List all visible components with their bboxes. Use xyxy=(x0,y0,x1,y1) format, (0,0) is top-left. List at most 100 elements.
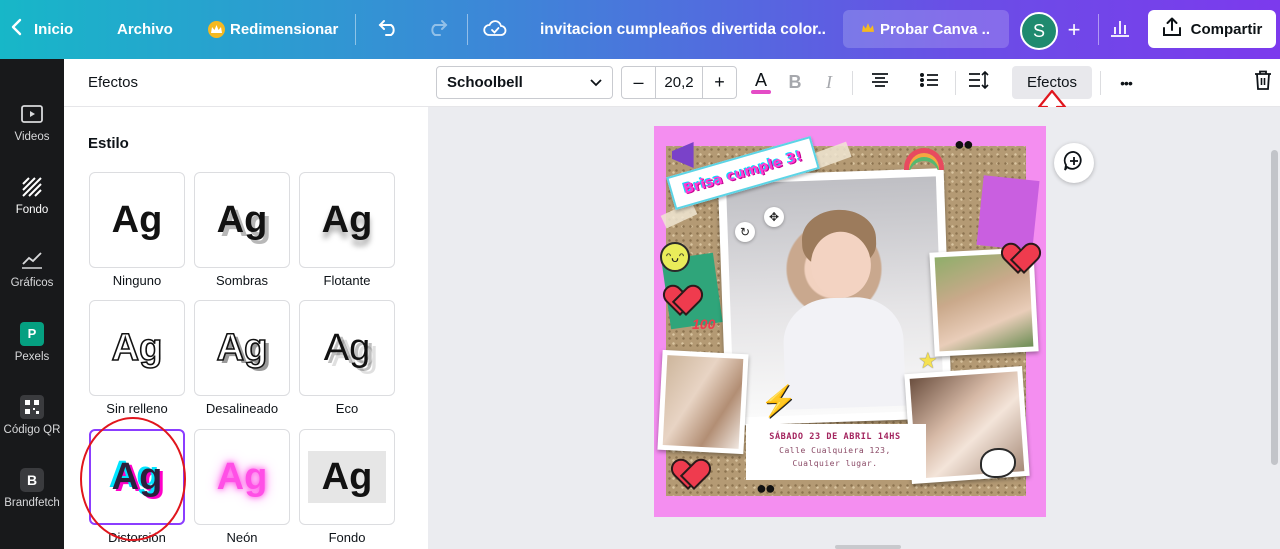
style-section-title: Estilo xyxy=(88,135,129,152)
undo-icon xyxy=(378,19,400,41)
style-card-desalineado[interactable]: Ag xyxy=(194,300,290,396)
rail-item-label: Videos xyxy=(14,130,50,143)
sticky-note xyxy=(976,175,1040,251)
back-home-label: Inicio xyxy=(34,21,74,38)
style-label: Desalineado xyxy=(205,401,279,416)
style-card-eco[interactable]: Ag xyxy=(299,300,395,396)
rail-item-graficos[interactable]: Gráficos xyxy=(0,233,64,303)
bar-chart-icon xyxy=(1110,19,1130,41)
eyes-icon: ●● xyxy=(954,134,974,154)
delete-button[interactable] xyxy=(1250,66,1276,99)
heart-icon xyxy=(1004,244,1034,272)
style-preview: Ag xyxy=(321,199,373,241)
add-comment-button[interactable] xyxy=(1054,143,1094,183)
rail-item-videos[interactable]: Videos xyxy=(0,87,64,157)
invite-plus-button[interactable]: + xyxy=(1058,14,1090,46)
topbar-divider xyxy=(467,14,468,45)
share-label: Compartir xyxy=(1190,20,1263,38)
style-card-sombras[interactable]: Ag xyxy=(194,172,290,268)
text-toolbar: Schoolbell – 20,2 + A B I Efectos ••• xyxy=(428,59,1280,107)
video-icon xyxy=(20,102,44,126)
style-preview: Ag xyxy=(111,199,163,241)
insights-button[interactable] xyxy=(1110,0,1130,59)
style-card-sin-relleno[interactable]: Ag xyxy=(89,300,185,396)
vertical-scrollbar[interactable] xyxy=(1271,150,1278,465)
crown-icon xyxy=(861,22,874,36)
style-preview: Ag xyxy=(216,199,268,241)
increase-font-size-button[interactable]: + xyxy=(703,67,736,98)
invitation-details[interactable]: SÁBADO 23 DE ABRIL 14HS Calle Cualquiera… xyxy=(750,432,920,468)
document-title[interactable]: invitacion cumpleaños divertida color.. xyxy=(540,0,826,59)
hundred-sticker: 100 xyxy=(692,316,716,332)
style-card-neon[interactable]: Ag xyxy=(194,429,290,525)
style-label: Neón xyxy=(226,530,258,545)
style-preview: Ag xyxy=(216,327,268,369)
avatar[interactable]: S xyxy=(1020,12,1058,50)
style-label: Ninguno xyxy=(112,273,162,288)
comment-plus-icon xyxy=(1063,150,1085,177)
redo-button[interactable] xyxy=(426,0,448,59)
italic-button[interactable]: I xyxy=(815,66,843,99)
bullet-list-icon xyxy=(919,72,939,93)
redo-icon xyxy=(426,19,448,41)
bold-button[interactable]: B xyxy=(781,66,809,99)
topbar-divider xyxy=(355,14,356,45)
cloud-check-icon xyxy=(483,19,507,41)
cloud-saved-button[interactable] xyxy=(483,0,507,59)
background-pattern-icon xyxy=(20,175,44,199)
text-color-button[interactable]: A xyxy=(746,66,776,99)
style-card-flotante[interactable]: Ag xyxy=(299,172,395,268)
style-card-ninguno[interactable]: Ag xyxy=(89,172,185,268)
move-handle-icon[interactable]: ✥ xyxy=(764,207,784,227)
text-color-swatch xyxy=(751,90,771,94)
file-menu-button[interactable]: Archivo xyxy=(117,0,173,59)
back-home-button[interactable]: Inicio xyxy=(10,0,73,59)
rail-item-fondo[interactable]: Fondo xyxy=(0,160,64,230)
rotate-handle-icon[interactable]: ↻ xyxy=(735,222,755,242)
horizontal-scrollbar[interactable] xyxy=(835,545,901,549)
photo-father-daughter[interactable] xyxy=(657,349,749,455)
spacing-button[interactable] xyxy=(965,66,993,99)
place-line: Cualquier lugar. xyxy=(792,459,878,468)
eyes-icon: ●● xyxy=(756,478,776,498)
panel-title: Efectos xyxy=(88,74,139,91)
try-canva-pro-button[interactable]: Probar Canva .. xyxy=(843,10,1009,48)
pexels-icon: P xyxy=(20,321,44,346)
share-button[interactable]: Compartir xyxy=(1148,10,1276,48)
align-center-button[interactable] xyxy=(866,66,894,99)
star-icon: ★ xyxy=(918,348,938,373)
qr-code-icon xyxy=(20,394,44,419)
rail-item-pexels[interactable]: P Pexels xyxy=(0,307,64,377)
toolbar-divider xyxy=(852,71,853,95)
style-label: Fondo xyxy=(328,530,366,545)
toolbar-divider xyxy=(1100,71,1101,95)
font-family-select[interactable]: Schoolbell xyxy=(436,66,613,99)
style-preview-background: Ag xyxy=(308,451,386,503)
rail-item-label: Brandfetch xyxy=(4,496,60,509)
rail-item-label: Código QR xyxy=(3,423,61,436)
decrease-font-size-button[interactable]: – xyxy=(622,67,655,98)
smiley-icon: ᵔᴗᵔ xyxy=(660,242,690,272)
resize-label: Redimensionar xyxy=(230,21,339,38)
more-options-button[interactable]: ••• xyxy=(1112,66,1140,99)
topbar-divider xyxy=(1098,14,1099,45)
font-size-input[interactable]: 20,2 xyxy=(655,67,703,98)
design-page[interactable]: Brisa cumple 3! SÁBADO 23 DE ABRIL 14HS … xyxy=(654,126,1046,517)
style-preview: Ag xyxy=(216,456,268,498)
chart-line-icon xyxy=(20,248,44,272)
brandfetch-icon: B xyxy=(20,467,44,492)
font-size-stepper: – 20,2 + xyxy=(621,66,737,99)
text-color-letter: A xyxy=(754,70,767,90)
date-line: SÁBADO 23 DE ABRIL 14HS xyxy=(769,432,901,442)
undo-button[interactable] xyxy=(378,0,400,59)
rail-item-brandfetch[interactable]: B Brandfetch xyxy=(0,453,64,523)
crown-icon xyxy=(208,21,225,38)
chevron-down-icon xyxy=(590,74,602,91)
resize-button[interactable]: Redimensionar xyxy=(208,0,338,59)
list-button[interactable] xyxy=(915,66,943,99)
rail-item-label: Gráficos xyxy=(10,276,54,289)
style-card-fondo[interactable]: Ag xyxy=(299,429,395,525)
palette-icon xyxy=(980,448,1016,478)
rail-item-codigo-qr[interactable]: Código QR xyxy=(0,380,64,450)
toolbar-divider xyxy=(955,71,956,95)
